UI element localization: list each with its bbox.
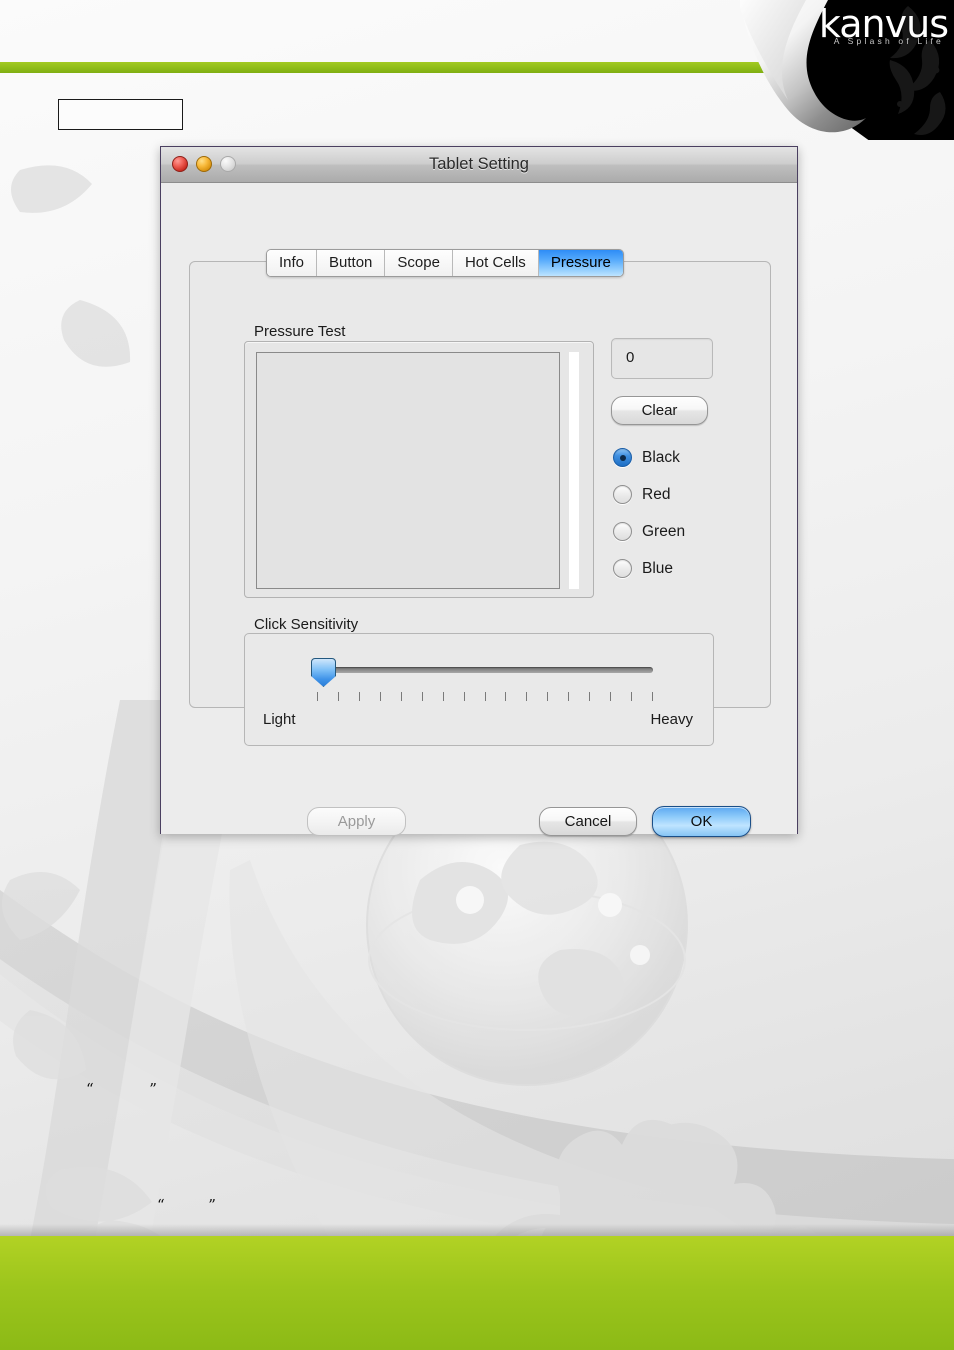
quote-open-2: “ [157,1196,165,1214]
quote-close-1: ” [149,1080,157,1098]
quote-open-1: “ [86,1080,94,1098]
tablet-setting-dialog: Tablet Setting Info Button Scope Hot Cel… [160,146,798,837]
dialog-title: Tablet Setting [429,155,529,173]
click-sensitivity-thumb[interactable] [311,658,336,687]
dialog-titlebar[interactable]: Tablet Setting [161,147,797,183]
ok-button[interactable]: OK [652,806,751,837]
quote-marks-2: “ ” [157,1196,216,1214]
pressure-drawing-canvas[interactable] [256,352,560,589]
slider-tick [379,692,381,701]
quote-close-2: ” [208,1196,216,1214]
slider-tick [442,692,444,701]
radio-label-green: Green [642,522,686,540]
tab-hot-cells[interactable]: Hot Cells [452,250,539,276]
pen-color-radio-group: Black Red Green Blue [613,439,685,587]
radio-option-blue[interactable]: Blue [613,550,685,587]
radio-icon-green[interactable] [613,522,632,541]
slider-tick [568,692,570,701]
radio-label-black: Black [642,448,680,466]
brand-logo-corner: kanvus A Splash of Life [740,0,954,140]
pressure-value-field: 0 [611,338,713,379]
click-sensitivity-track[interactable] [317,667,653,673]
slider-max-label: Heavy [650,711,693,728]
dialog-body: Info Button Scope Hot Cells Pressure Pre… [161,183,797,837]
page-curl-graphic [740,0,866,133]
slider-tick [337,692,339,701]
callout-box [58,99,183,130]
radio-icon-red[interactable] [613,485,632,504]
pressure-test-label: Pressure Test [254,323,346,340]
slider-tick [589,692,591,701]
pressure-gauge-bar [569,352,579,589]
apply-button: Apply [307,807,406,836]
slider-tick [400,692,402,701]
radio-icon-black[interactable] [613,448,632,467]
tab-button[interactable]: Button [317,250,386,276]
tab-bar: Info Button Scope Hot Cells Pressure [266,249,624,277]
footer-green-band [0,1236,954,1350]
pressure-test-area[interactable] [244,341,594,598]
radio-label-red: Red [642,485,671,503]
tab-info[interactable]: Info [267,250,318,276]
slider-min-label: Light [263,711,296,728]
radio-label-blue: Blue [642,559,674,577]
click-sensitivity-label: Click Sensitivity [254,616,359,633]
slider-tick [463,692,465,701]
tab-scope[interactable]: Scope [385,250,453,276]
radio-option-black[interactable]: Black [613,439,685,476]
radio-option-red[interactable]: Red [613,476,685,513]
slider-tick [610,692,612,701]
slider-tick [526,692,528,701]
slider-tick [631,692,633,701]
slider-tick [652,692,653,701]
slider-tick [421,692,423,701]
radio-option-green[interactable]: Green [613,513,685,550]
tab-pressure[interactable]: Pressure [538,250,623,276]
slider-tick [505,692,507,701]
slider-tick [358,692,360,701]
slider-tick [547,692,549,701]
click-sensitivity-ticks [317,692,653,702]
quote-marks-1: “ ” [86,1080,157,1098]
clear-button[interactable]: Clear [611,396,708,425]
slider-tick [317,692,318,701]
cancel-button[interactable]: Cancel [539,807,637,836]
slider-tick [484,692,486,701]
click-sensitivity-panel: Light Heavy [244,633,714,746]
radio-icon-blue[interactable] [613,559,632,578]
